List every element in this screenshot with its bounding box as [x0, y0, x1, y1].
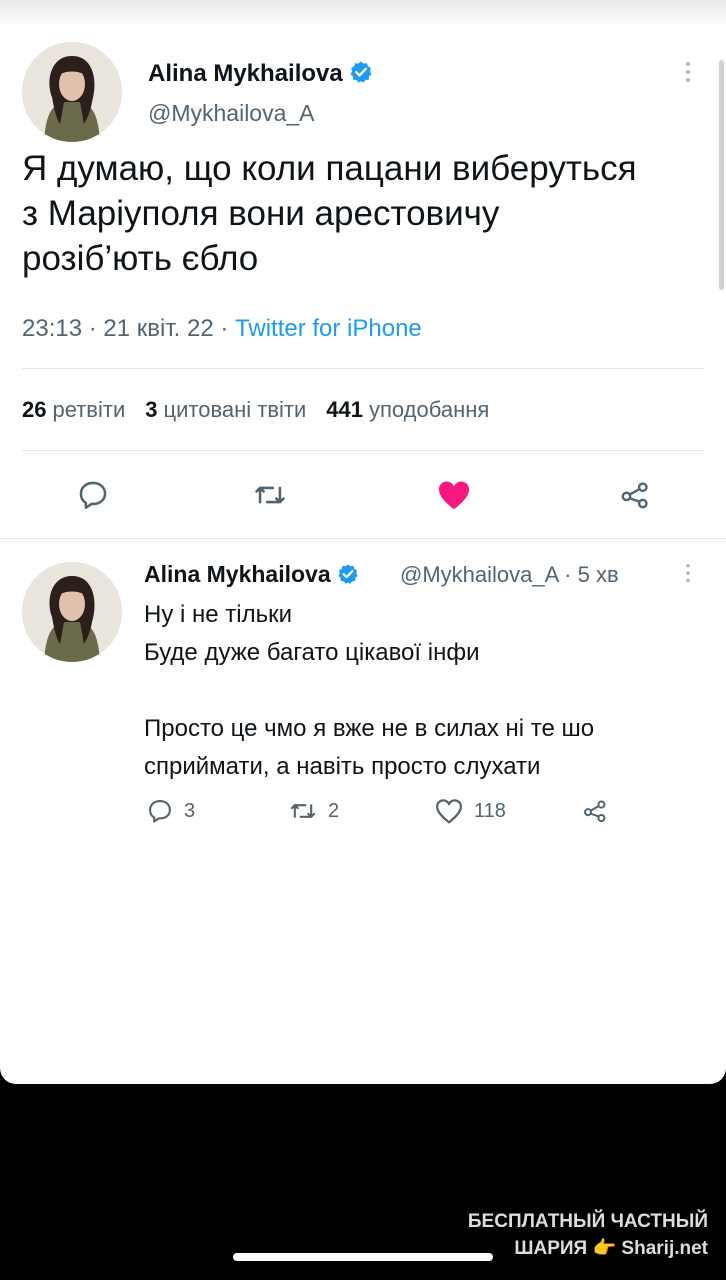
tweet-stats: 26 ретвіти 3 цитовані твіти 441 уподобання	[22, 397, 489, 423]
likes-stat[interactable]: 441 уподобання	[326, 397, 489, 422]
home-indicator[interactable]	[233, 1253, 493, 1261]
divider	[0, 538, 726, 539]
tweet-source[interactable]: Twitter for iPhone	[235, 315, 422, 342]
reply-count: 3	[184, 799, 196, 822]
tweet-card: Alina Mykhailova @Mykhailova_A Я думаю, …	[0, 0, 726, 1084]
divider	[22, 368, 704, 369]
watermark-line1: БЕСПЛАТНЫЙ ЧАСТНЫЙ	[467, 1211, 708, 1232]
like-button[interactable]	[435, 476, 473, 519]
retweets-stat[interactable]: 26 ретвіти	[22, 397, 125, 422]
verified-badge-icon	[350, 61, 372, 83]
reply-button[interactable]	[76, 478, 110, 517]
avatar[interactable]	[22, 562, 122, 662]
share-icon	[583, 800, 606, 823]
quotes-label: цитовані твіти	[163, 397, 307, 422]
avatar[interactable]	[22, 42, 122, 142]
verified-badge-icon	[338, 564, 358, 584]
reply-retweet-button[interactable]: 2	[288, 796, 339, 826]
top-status-fade	[0, 0, 726, 26]
avatar-image	[22, 562, 122, 662]
retweets-label: ретвіти	[52, 397, 126, 422]
likes-count: 441	[326, 397, 364, 422]
reply-blank-line	[144, 672, 704, 710]
retweet-icon	[290, 804, 316, 818]
reply-line: Буде дуже багато цікавої інфи	[144, 639, 480, 666]
tweet-time[interactable]: 23:13 · 21 квіт. 22 ·	[22, 315, 235, 342]
more-icon[interactable]	[684, 562, 692, 588]
author-name[interactable]: Alina Mykhailova	[148, 60, 373, 88]
divider	[22, 450, 704, 451]
reply-share-button[interactable]	[580, 796, 610, 826]
watermark-line2: ШАРИЯ 👉 Sharij.net	[514, 1238, 708, 1259]
likes-label: уподобання	[369, 397, 490, 422]
more-icon[interactable]	[684, 60, 692, 88]
reply-like-button[interactable]: 118	[434, 796, 506, 826]
heart-icon	[438, 481, 470, 510]
retweet-icon	[255, 486, 285, 504]
tweet-text: Я думаю, що коли пацани виберуться з Мар…	[22, 149, 637, 278]
reply-icon	[79, 481, 107, 510]
like-count: 118	[474, 799, 506, 822]
reply-handle-time[interactable]: @Mykhailova_A · 5 хв	[400, 562, 619, 588]
retweet-count: 2	[328, 799, 340, 822]
avatar-image	[22, 42, 122, 142]
reply-author-name[interactable]: Alina Mykhailova	[144, 561, 359, 588]
reply-icon	[149, 800, 171, 823]
reply-text: Ну і не тільки Буде дуже багато цікавої …	[144, 596, 704, 786]
retweet-button[interactable]	[252, 478, 288, 517]
author-name-text: Alina Mykhailova	[148, 60, 343, 87]
retweets-count: 26	[22, 397, 47, 422]
reply-reply-button[interactable]: 3	[146, 796, 195, 826]
share-button[interactable]	[617, 478, 653, 517]
quotes-stat[interactable]: 3 цитовані твіти	[145, 397, 306, 422]
author-handle[interactable]: @Mykhailova_A	[148, 100, 315, 127]
scrollbar[interactable]	[719, 60, 724, 290]
tweet-meta: 23:13 · 21 квіт. 22 · Twitter for iPhone	[22, 315, 422, 343]
reply-line: Просто це чмо я вже не в силах ні те шо	[144, 715, 595, 742]
heart-icon	[435, 799, 463, 824]
quotes-count: 3	[145, 397, 158, 422]
share-icon	[621, 482, 648, 509]
reply-line: сприймати, а навіть просто слухати	[144, 753, 541, 780]
reply-author-name-text: Alina Mykhailova	[144, 561, 331, 587]
reply-line: Ну і не тільки	[144, 601, 293, 628]
